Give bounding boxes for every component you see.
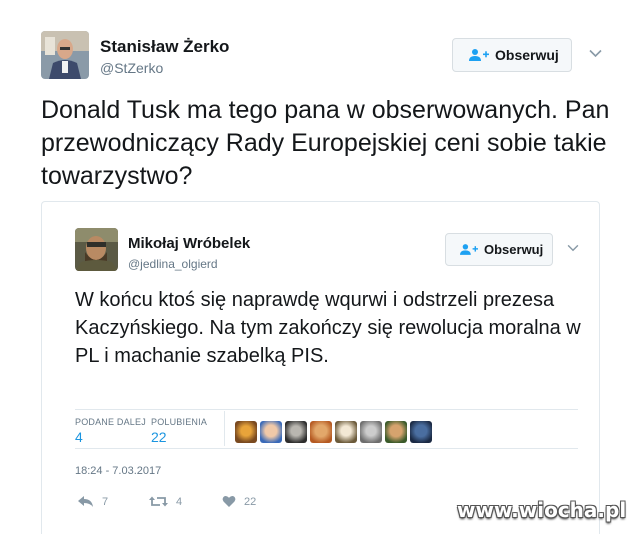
liker-avatar[interactable] [235,421,257,443]
reply-icon [78,496,93,507]
like-button[interactable]: 22 [222,495,256,508]
liker-avatar[interactable] [260,421,282,443]
retweet-icon [149,496,168,507]
follow-button-label: Obserwuj [495,47,559,63]
chevron-down-icon[interactable] [567,244,579,252]
like-count: 22 [244,495,257,508]
author-name[interactable]: Stanisław Żerko [100,37,229,57]
retweets-label: PODANE DALEJ [75,417,146,427]
quoted-tweet-text: W końcu ktoś się naprawdę wqurwi i odstr… [75,289,581,367]
tweet-timestamp[interactable]: 18:24 - 7.03.2017 [75,465,161,477]
add-user-icon [460,244,478,255]
quoted-author-name[interactable]: Mikołaj Wróbelek [128,235,250,252]
author-avatar[interactable] [41,31,89,79]
liker-avatar[interactable] [335,421,357,443]
author-handle[interactable]: @StZerko [100,60,163,76]
chevron-down-icon[interactable] [589,49,602,58]
quoted-author-handle[interactable]: @jedlina_olgierd [128,257,218,271]
reply-button[interactable]: 7 [77,495,108,508]
follow-button-label: Obserwuj [484,242,544,257]
site-watermark: www.wiocha.pl [457,498,627,522]
follow-button[interactable]: Obserwuj [452,38,572,72]
liker-avatar[interactable] [360,421,382,443]
retweet-button[interactable]: 4 [149,495,182,508]
likes-label: POLUBIENIA [151,417,208,427]
add-user-icon [469,49,489,61]
liker-avatar[interactable] [410,421,432,443]
retweets-count[interactable]: 4 [75,429,83,445]
retweet-count: 4 [176,495,183,508]
quoted-author-avatar[interactable] [75,228,118,271]
liker-avatar[interactable] [385,421,407,443]
heart-icon [222,495,236,507]
liker-avatar[interactable] [310,421,332,443]
tweet-text: Donald Tusk ma tego pana w obserwowanych… [41,96,610,190]
reply-count: 7 [102,495,109,508]
divider [224,411,225,446]
liker-avatar[interactable] [285,421,307,443]
quoted-follow-button[interactable]: Obserwuj [445,233,553,266]
likes-count[interactable]: 22 [151,429,167,445]
likers-avatars [235,421,432,443]
divider [75,448,578,449]
quoted-tweet[interactable]: Mikołaj Wróbelek @jedlina_olgierd Obserw… [41,201,600,534]
divider [75,409,578,410]
